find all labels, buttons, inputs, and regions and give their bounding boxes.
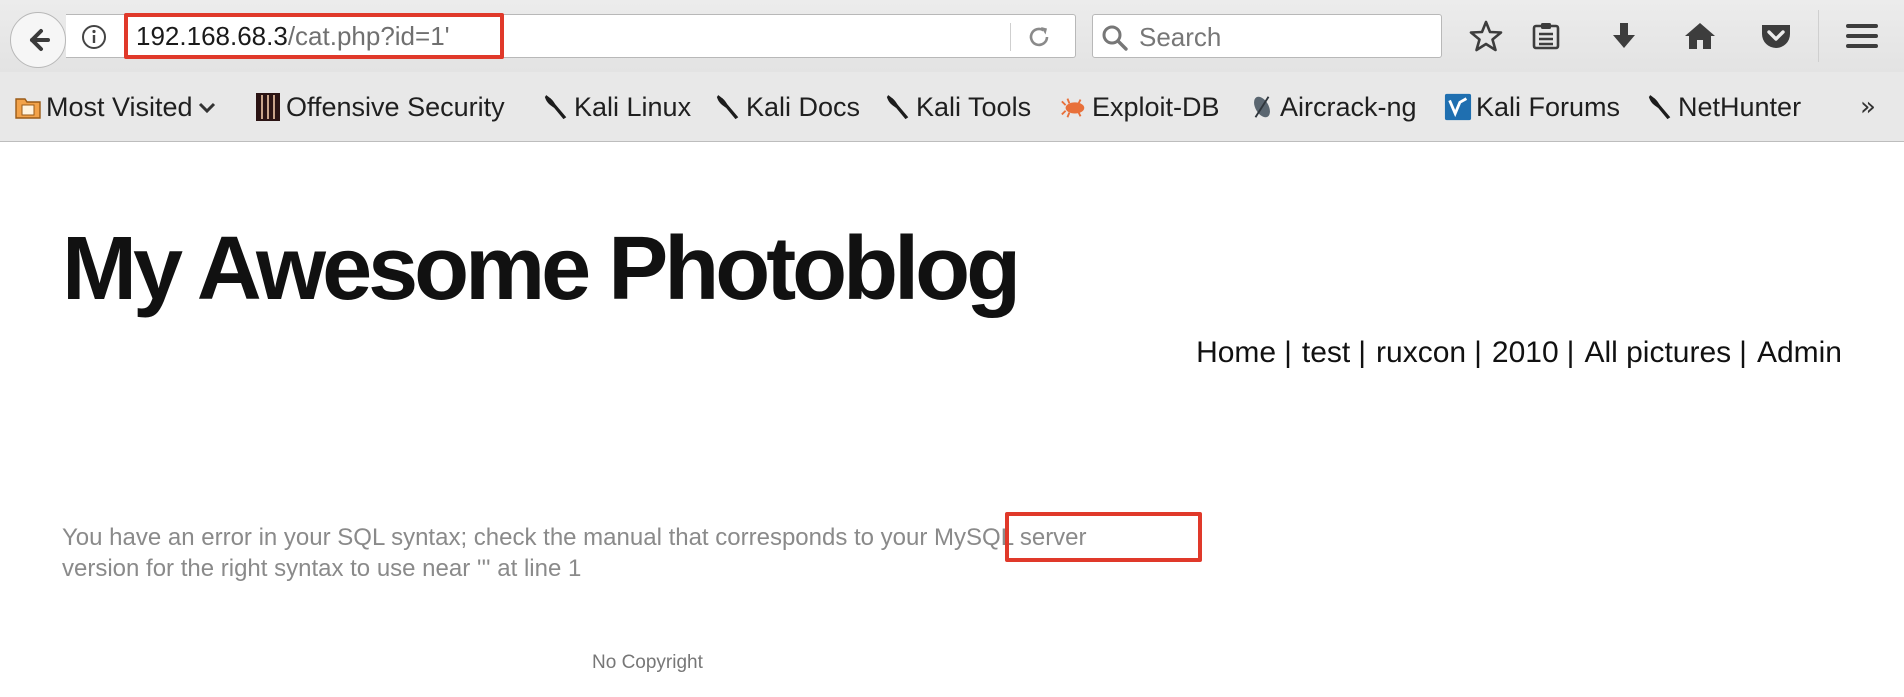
nav-2010[interactable]: 2010 <box>1492 336 1559 369</box>
nav-separator: | <box>1474 336 1482 369</box>
nav-test[interactable]: test <box>1302 336 1350 369</box>
reload-icon[interactable] <box>1024 23 1054 51</box>
bookmark-kali-docs[interactable]: Kali Docs <box>714 88 860 126</box>
toolbar-separator <box>1818 10 1819 62</box>
nav-all-pictures[interactable]: All pictures <box>1584 336 1731 369</box>
kali-dragon-icon <box>884 92 912 122</box>
kali-dragon-icon <box>542 92 570 122</box>
nav-admin[interactable]: Admin <box>1757 336 1842 369</box>
bookmark-kali-forums[interactable]: Kali Forums <box>1444 88 1620 126</box>
bookmarks-overflow-button[interactable]: » <box>1860 92 1876 122</box>
nav-separator: | <box>1284 336 1292 369</box>
bookmark-label: Exploit-DB <box>1092 91 1220 122</box>
download-icon[interactable] <box>1604 16 1644 56</box>
page-title: My Awesome Photoblog <box>62 219 1021 319</box>
bookmark-star-icon[interactable] <box>1466 16 1506 56</box>
site-nav: Home | test | ruxcon | 2010 | All pictures | Admin <box>1196 336 1842 370</box>
url-host: 192.168.68.3 <box>136 20 288 51</box>
nav-ruxcon[interactable]: ruxcon <box>1376 336 1466 369</box>
bookmark-label: Aircrack-ng <box>1280 91 1417 122</box>
bookmark-label: Kali Forums <box>1476 91 1621 122</box>
url-path: /cat.php?id=1' <box>287 20 450 51</box>
url-separator <box>1010 23 1011 51</box>
menu-icon[interactable] <box>1842 16 1882 56</box>
back-arrow-icon <box>30 29 50 51</box>
bookmark-most-visited[interactable]: Most Visited <box>14 88 218 126</box>
nav-separator: | <box>1739 336 1747 369</box>
pocket-icon[interactable] <box>1756 16 1796 56</box>
bookmark-aircrack-ng[interactable]: Aircrack-ng <box>1248 88 1417 126</box>
kali-forums-icon <box>1444 92 1472 122</box>
aircrack-icon <box>1248 92 1276 122</box>
bookmark-label: NetHunter <box>1678 91 1802 122</box>
bookmark-kali-tools[interactable]: Kali Tools <box>884 88 1031 126</box>
bookmark-label: Most Visited <box>46 91 193 122</box>
bookmark-label: Kali Docs <box>746 91 861 122</box>
search-bar[interactable] <box>1092 14 1442 58</box>
nav-separator: | <box>1358 336 1367 369</box>
nav-home[interactable]: Home <box>1196 336 1276 369</box>
search-icon <box>1102 25 1128 51</box>
offsec-icon <box>254 92 282 122</box>
bookmark-offensive-security[interactable]: Offensive Security <box>254 88 505 126</box>
exploit-db-icon <box>1060 92 1088 122</box>
reading-list-icon[interactable] <box>1526 16 1566 56</box>
error-text-before: You have an error in your SQL syntax; ch… <box>62 524 935 551</box>
url-text[interactable]: 192.168.68.3/cat.php?id=1' <box>124 13 504 59</box>
mysql-highlight-box <box>1005 512 1202 562</box>
home-icon[interactable] <box>1680 16 1720 56</box>
browser-toolbar: 192.168.68.3/cat.php?id=1' <box>0 0 1904 72</box>
kali-dragon-icon <box>714 92 742 122</box>
folder-icon <box>14 92 42 122</box>
bookmark-nethunter[interactable]: NetHunter <box>1646 88 1801 126</box>
bookmark-label: Kali Tools <box>916 91 1032 122</box>
footer-copyright: No Copyright <box>592 652 703 673</box>
bookmark-label: Offensive Security <box>286 91 505 122</box>
nav-separator: | <box>1566 336 1575 369</box>
back-button[interactable] <box>10 12 66 68</box>
bookmark-exploit-db[interactable]: Exploit-DB <box>1060 88 1220 126</box>
chevron-down-icon <box>198 102 215 114</box>
address-bar[interactable]: 192.168.68.3/cat.php?id=1' <box>66 13 1076 59</box>
bookmark-label: Kali Linux <box>574 91 692 122</box>
kali-dragon-icon <box>1646 92 1674 122</box>
site-info-icon[interactable] <box>80 23 108 51</box>
search-input[interactable] <box>1139 21 1429 53</box>
bookmark-kali-linux[interactable]: Kali Linux <box>542 88 691 126</box>
error-text-after: version for the right syntax to use near… <box>62 555 582 582</box>
